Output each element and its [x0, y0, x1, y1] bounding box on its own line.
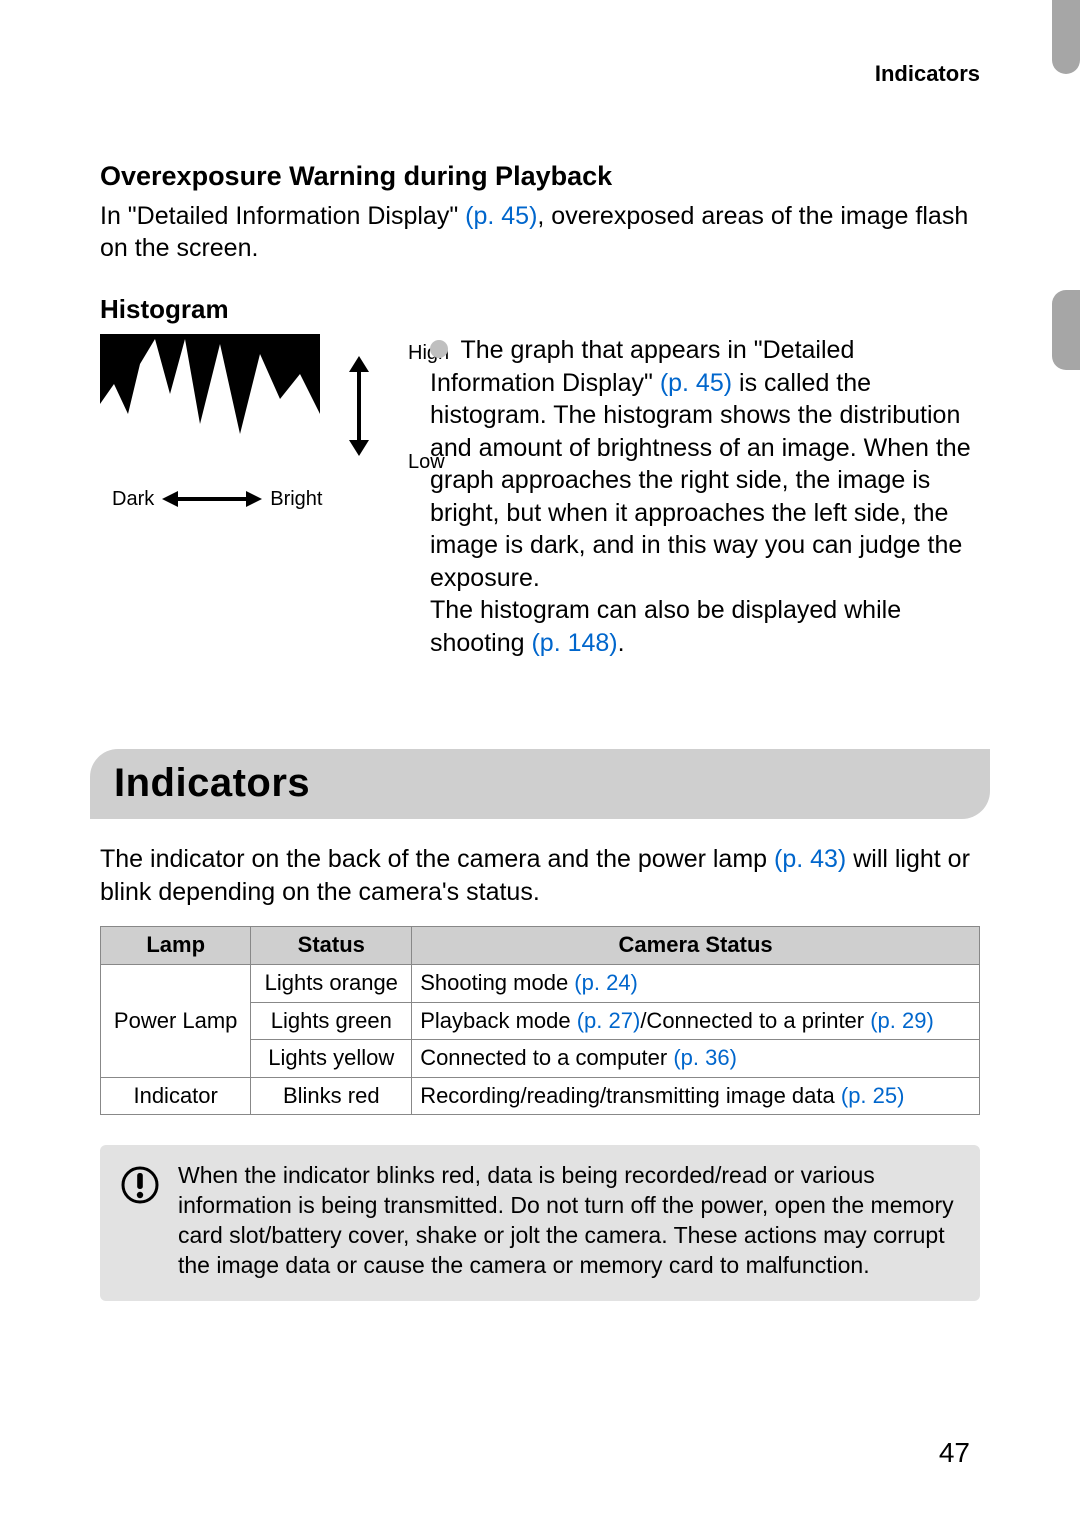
cell-lamp: Power Lamp	[101, 965, 251, 1078]
label-dark: Dark	[112, 486, 154, 512]
cell-status: Lights orange	[251, 965, 412, 1003]
cell-status: Blinks red	[251, 1077, 412, 1115]
page-ref-link[interactable]: (p. 29)	[870, 1008, 934, 1033]
horizontal-arrow-icon	[162, 487, 262, 511]
warning-text: When the indicator blinks red, data is b…	[178, 1161, 960, 1281]
indicators-table: Lamp Status Camera Status Power Lamp Lig…	[100, 926, 980, 1115]
indicators-intro: The indicator on the back of the camera …	[100, 843, 980, 908]
text: Recording/reading/transmitting image dat…	[420, 1083, 841, 1108]
histogram-description: The graph that appears in "Detailed Info…	[430, 334, 980, 659]
page-ref-link[interactable]: (p. 148)	[531, 629, 617, 657]
indicators-heading-text: Indicators	[114, 761, 310, 805]
col-status: Status	[251, 927, 412, 965]
cell-camera: Connected to a computer (p. 36)	[412, 1040, 980, 1078]
label-bright: Bright	[270, 486, 322, 512]
cell-camera: Playback mode (p. 27)/Connected to a pri…	[412, 1002, 980, 1040]
text: is called the histogram. The histogram s…	[430, 369, 971, 592]
vertical-arrow-icon	[345, 356, 373, 456]
text: Shooting mode	[420, 970, 574, 995]
running-header: Indicators	[100, 60, 980, 89]
histogram-image	[100, 334, 320, 474]
text: The histogram can also be displayed whil…	[430, 596, 901, 657]
overexposure-heading: Overexposure Warning during Playback	[100, 159, 980, 194]
table-row: Indicator Blinks red Recording/reading/t…	[101, 1077, 980, 1115]
text: Connected to a computer	[420, 1045, 673, 1070]
cell-status: Lights green	[251, 1002, 412, 1040]
page-ref-link[interactable]: (p. 45)	[465, 202, 537, 230]
caution-icon	[120, 1165, 160, 1205]
warning-box: When the indicator blinks red, data is b…	[100, 1145, 980, 1301]
page-ref-link[interactable]: (p. 45)	[660, 369, 732, 397]
page-ref-link[interactable]: (p. 24)	[574, 970, 638, 995]
page-ref-link[interactable]: (p. 27)	[577, 1008, 641, 1033]
table-row: Power Lamp Lights orange Shooting mode (…	[101, 965, 980, 1003]
indicators-heading: Indicators	[90, 749, 990, 819]
text: The indicator on the back of the camera …	[100, 845, 774, 873]
table-header-row: Lamp Status Camera Status	[101, 927, 980, 965]
bullet-icon	[430, 340, 448, 358]
page-ref-link[interactable]: (p. 36)	[673, 1045, 737, 1070]
col-camera: Camera Status	[412, 927, 980, 965]
histogram-heading: Histogram	[100, 293, 980, 327]
page-ref-link[interactable]: (p. 43)	[774, 845, 846, 873]
brightness-axis: Dark Bright	[100, 486, 400, 512]
histogram-diagram: High Low Dark Bright	[100, 334, 400, 512]
overexposure-paragraph: In "Detailed Information Display" (p. 45…	[100, 200, 980, 265]
cell-status: Lights yellow	[251, 1040, 412, 1078]
page-number: 47	[939, 1435, 970, 1471]
text: Playback mode	[420, 1008, 577, 1033]
cell-camera: Shooting mode (p. 24)	[412, 965, 980, 1003]
col-lamp: Lamp	[101, 927, 251, 965]
cell-camera: Recording/reading/transmitting image dat…	[412, 1077, 980, 1115]
cell-lamp: Indicator	[101, 1077, 251, 1115]
histogram-row: High Low Dark Bright The graph that app	[100, 334, 980, 659]
text: In "Detailed Information Display"	[100, 202, 465, 230]
page-body: Indicators Overexposure Warning during P…	[0, 0, 1080, 1301]
text: .	[618, 629, 625, 657]
page-ref-link[interactable]: (p. 25)	[841, 1083, 905, 1108]
text: /Connected to a printer	[640, 1008, 870, 1033]
